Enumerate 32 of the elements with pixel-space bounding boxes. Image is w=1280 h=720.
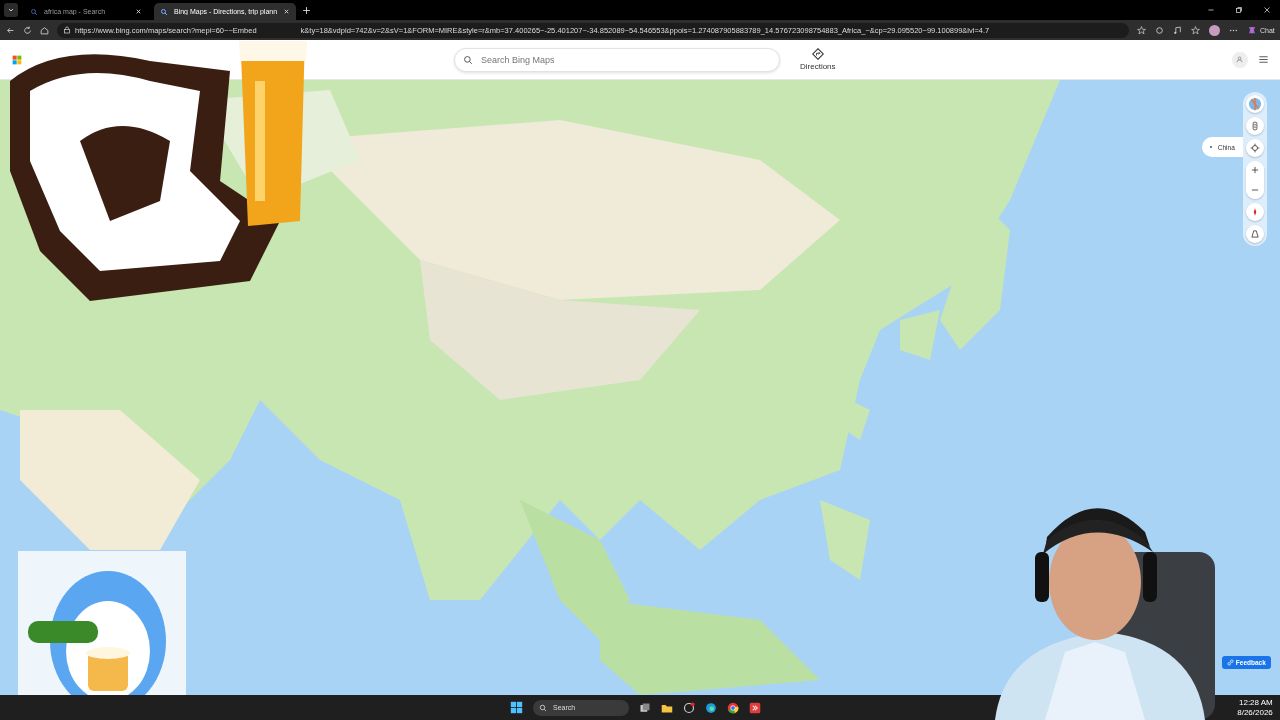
search-field[interactable]: Search Bing Maps xyxy=(454,47,780,72)
restore-icon[interactable] xyxy=(1234,6,1243,14)
favorites-icon[interactable] xyxy=(1191,25,1200,35)
close-icon[interactable] xyxy=(1262,6,1271,14)
person-icon xyxy=(1235,55,1245,64)
star-icon[interactable] xyxy=(1137,25,1146,35)
aperture-icon[interactable] xyxy=(683,701,695,714)
close-icon[interactable] xyxy=(283,8,291,15)
search-icon xyxy=(463,54,473,65)
profile-avatar[interactable] xyxy=(1209,24,1220,36)
search-icon xyxy=(539,703,547,712)
copilot-icon xyxy=(1247,25,1257,35)
double-arrow-app-icon[interactable] xyxy=(749,701,761,714)
chrome-icon[interactable] xyxy=(727,701,739,714)
chevron-icon xyxy=(7,6,15,14)
back-icon[interactable] xyxy=(6,25,15,35)
lock-icon xyxy=(63,26,71,34)
close-icon[interactable] xyxy=(135,8,142,15)
menu-icon[interactable] xyxy=(1257,54,1269,65)
home-icon[interactable] xyxy=(40,25,49,35)
address-bar[interactable] xyxy=(57,22,1129,38)
start-icon[interactable] xyxy=(510,701,523,714)
clock-date: 8/26/2026 xyxy=(1237,708,1273,718)
directions-icon xyxy=(811,48,824,60)
search-icon xyxy=(160,7,168,16)
clock-time: 12:28 AM xyxy=(1239,698,1273,708)
task-view-icon[interactable] xyxy=(639,701,651,714)
music-icon[interactable] xyxy=(1173,25,1182,35)
minimize-icon[interactable] xyxy=(1206,6,1215,14)
new-tab-icon[interactable] xyxy=(302,5,312,15)
directions-button[interactable]: Directions xyxy=(794,47,842,72)
search-icon xyxy=(30,7,38,16)
